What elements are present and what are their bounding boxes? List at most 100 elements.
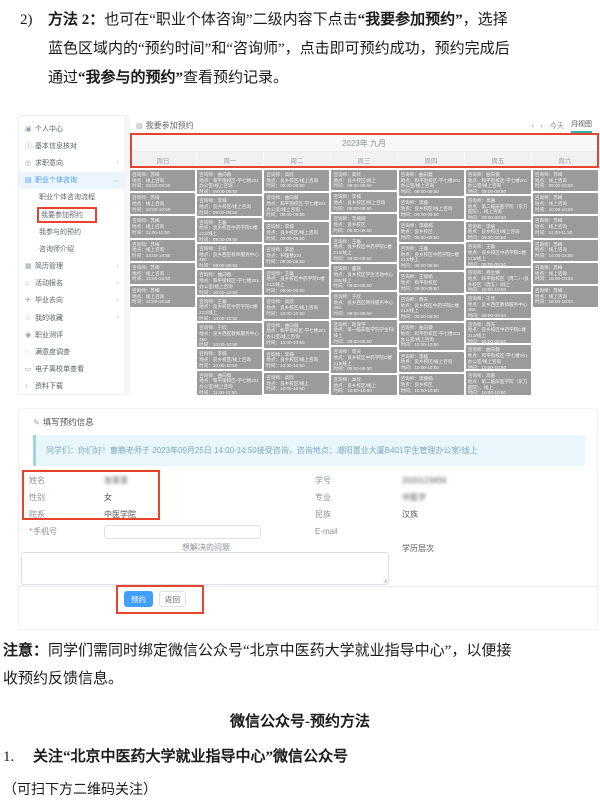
- back-button[interactable]: 返回: [159, 591, 186, 607]
- appointment-slot[interactable]: 咨询师：苏梅地点：线上咨询时间：15:00-15:50: [533, 263, 598, 284]
- appointment-slot[interactable]: 咨询师：李楠地点：良乡校区/线上咨询时间：10:00-10:50: [264, 350, 329, 371]
- appointment-slot[interactable]: 咨询师：李楠地点：良乡校区/线上咨询时间：09:00-09:50: [264, 222, 329, 243]
- list-item-1: 1.关注“北京中医药大学就业指导中心”微信公众号: [3, 745, 597, 766]
- appointment-slot[interactable]: 咨询师：苏梅地点：线上咨询时间：14:00-14:50: [130, 240, 195, 261]
- appointment-slot[interactable]: 咨询师：曲向薇地点：和平街校区-学七楼201办公室/线上咨询时间：09:00-0…: [197, 170, 262, 194]
- appointment-slot[interactable]: 咨询师：曲向薇地点：和平街校区-学七楼201办公室/线上咨询时间：09:00-0…: [399, 170, 464, 196]
- appointment-slot[interactable]: 咨询师：王磊地点：良乡校区中药学院C楼213/线上时间：09:00-09:50: [331, 237, 396, 263]
- phone-input[interactable]: [104, 525, 261, 539]
- appointment-slot[interactable]: 咨询师：曲向薇地点：和平街校区-学七楼201办公室/线上咨询时间：09:00-0…: [466, 170, 531, 194]
- appointment-slot[interactable]: 咨询师：李楠楠地点：良乡校区时间：10:00-10:50: [399, 374, 464, 395]
- appointment-slot[interactable]: 咨询师：王磊地点：良乡校区中药学院C楼213/线上时间：10:00-10:50: [197, 297, 262, 321]
- sidebar-item-资料下载[interactable]: ↓资料下载: [19, 378, 125, 395]
- appointment-slot[interactable]: 咨询师：苏梅地点：线上咨询时间：10:00-10:50: [533, 193, 598, 214]
- appointment-slot[interactable]: 咨询师：王磊地点：良乡校区中药学院C楼213/线上时间：09:00-09:50: [197, 218, 262, 242]
- resize-handle-icon[interactable]: ◢: [383, 578, 387, 584]
- appointment-slot[interactable]: 咨询师：高欣地点：良乡校区/线上咨询时间：09:00-09:50: [264, 170, 329, 191]
- sidebar-item-职业个体咨询流程[interactable]: 职业个体咨询流程: [19, 189, 125, 206]
- appointment-slot[interactable]: 咨询师：董嘉地点：良乡校区学生活动中心306/线上时间：09:00-09:50: [331, 264, 396, 290]
- appointment-slot[interactable]: 咨询师：周天地点：良乡校区中药学院C楼213/线上时间：09:00-09:50: [399, 295, 464, 321]
- form-icon: ▭: [25, 365, 35, 373]
- appointment-slot[interactable]: 咨询师：王磊地点：良乡校区中药学院C楼213/线上时间：09:00-09:50: [399, 244, 464, 270]
- form-field-手机号: *手机号: [29, 523, 309, 540]
- appointment-slot[interactable]: 咨询师：李楠地点：良乡校区/线上咨询时间：09:00-09:50: [399, 198, 464, 219]
- appointment-slot[interactable]: 咨询师：李楠地点：良乡校区/线上咨询时间：10:00-10:50: [197, 349, 262, 368]
- appointment-slot[interactable]: 咨询师：苏梅地点：线上咨询时间：09:00-09:50: [533, 170, 598, 191]
- appointment-slot[interactable]: 咨询师：赵保宇地点：第一临床医学院学生科/线上时间：09:00-09:50: [331, 320, 396, 346]
- doc-line: 通过“我参与的预约”查看预约记录。: [48, 64, 586, 93]
- sidebar-item-简历管理[interactable]: ▦简历管理‹: [19, 258, 125, 275]
- appointment-slot[interactable]: 咨询师：苏梅地点：线上咨询时间：11:00-11:50: [533, 216, 598, 237]
- calendar-column: 咨询师：高欣地点：良乡校区/线上咨询时间：09:00-09:50咨询师：曲向薇地…: [264, 170, 329, 395]
- appointment-slot[interactable]: 咨询师：苏梅地点：线上咨询时间：09:00-09:50: [130, 170, 195, 191]
- today-button[interactable]: 今天: [550, 121, 564, 131]
- appointment-slot[interactable]: 咨询师：曲向薇地点：和平街校区-学七楼201办公室/线上咨询时间：10:00-1…: [399, 323, 464, 349]
- appointment-slot[interactable]: 咨询师：曲向薇地点：和平街校区-学七楼201办公室/线上咨询时间：10:00-1…: [197, 270, 262, 294]
- submit-button[interactable]: 预约: [124, 591, 153, 607]
- appointment-slot[interactable]: 咨询师：苏梅地点：线上咨询时间：16:00-16:50: [533, 286, 598, 307]
- appointment-slot[interactable]: 咨询师：王磊地点：良乡校区中药学院C楼213/线上时间：09:00-09:50: [466, 242, 531, 266]
- activity-icon: ⌂: [25, 280, 35, 287]
- appointment-slot[interactable]: 咨询师：杨立娜地点：和平街校区（周二）/良乡校区（周五）/线上时间：10:00-…: [466, 268, 531, 292]
- question-textarea[interactable]: ◢: [21, 552, 389, 585]
- calendar-screenshot: ▣个人中心ⓘ基本信息核对◎求职意向‹▤职业个体咨询⌄职业个体咨询流程我要参加预约…: [18, 115, 600, 395]
- appointment-slot[interactable]: 咨询师：于欣地点：良乡西区教师服务中心460时间：10:00-10:50: [197, 323, 262, 347]
- next-month-button[interactable]: ›: [541, 123, 543, 130]
- appointment-slot[interactable]: 咨询师：高欣地点：良乡校区/线上咨询时间：10:00-10:50: [264, 297, 329, 318]
- appointment-slot[interactable]: 咨询师：苏梅地点：线上咨询时间：10:00-10:50: [130, 193, 195, 214]
- sidebar-item-毕业去向[interactable]: ✈毕业去向‹: [19, 292, 125, 309]
- survey-icon: ◌: [25, 349, 35, 356]
- doc-line: 注意：同学们需同时绑定微信公众号“北京中医药大学就业指导中心”，以便接: [3, 637, 597, 665]
- appointment-slot[interactable]: 咨询师：李想地点：护理楼224时间：09:00-09:50: [264, 245, 329, 266]
- calendar-column: 咨询师：高欣地点：良乡校区/线上时间：09:00-09:50咨询师：李楠地点：良…: [331, 170, 396, 395]
- appointment-slot[interactable]: 咨询师：曲向薇地点：和平街校区-学七楼201办公室/线上咨询时间：11:00-1…: [197, 371, 262, 395]
- prev-month-button[interactable]: ‹: [531, 123, 533, 130]
- appointment-slot[interactable]: 咨询师：周天地点：良乡校区中药学院C楼213/线上时间：09:00-09:50: [466, 320, 531, 344]
- appointment-slot[interactable]: 咨询师：周天地点：良乡校区中药学院C楼213/线上时间：09:00-09:50: [331, 347, 396, 373]
- appointment-slot[interactable]: 咨询师：高欣地点：良乡校区/线上时间：10:00-10:50: [264, 373, 329, 394]
- appointment-slot[interactable]: 咨询师：李楠地点：良乡校区/线上咨询时间：09:00-09:50: [466, 222, 531, 241]
- weekday-row: 周日周一周二周三周四周五周六: [130, 152, 598, 167]
- appointment-slot[interactable]: 咨询师：李楠地点：良乡校区/线上咨询时间：09:00-09:50: [331, 192, 396, 212]
- appointment-slot[interactable]: 咨询师：于欣地点：良乡西区教师服务中心460时间：09:00-09:50: [466, 294, 531, 318]
- sidebar-item-活动报名[interactable]: ⌂活动报名‹: [19, 275, 125, 292]
- appointment-slot[interactable]: 咨询师：王福娟地点：和平街校区时间：09:00-09:50: [399, 272, 464, 293]
- appointment-slot[interactable]: 咨询师：高欣地点：良乡校区/线上时间：09:00-09:50: [331, 170, 396, 190]
- appointment-slot[interactable]: 咨询师：李楠楠地点：良乡校区时间：09:00-09:50: [399, 221, 464, 242]
- sidebar-item-我要参加预约[interactable]: 我要参加预约: [19, 206, 125, 223]
- month-view-tab[interactable]: 月视图: [571, 119, 592, 133]
- sidebar-item-职业测评[interactable]: ◉职业测评: [19, 326, 125, 343]
- appointment-slot[interactable]: 咨询师：李楠地点：良乡校区/线上咨询时间：10:00-10:50: [399, 352, 464, 373]
- appointment-slot[interactable]: 咨询师：苏梅地点：线上咨询时间：11:00-11:50: [130, 216, 195, 237]
- appointment-slot[interactable]: 咨询师：王磊地点：良乡校区中药学院C楼213/线上时间：09:00-09:50: [264, 269, 329, 296]
- appointment-slot[interactable]: 咨询师：苏梅地点：线上咨询时间：14:00-14:50: [533, 240, 598, 261]
- star-icon: ☆: [25, 314, 35, 322]
- sidebar-item-电子离校单查看[interactable]: ▭电子离校单查看: [19, 361, 125, 378]
- weekday-cell: 周一: [197, 152, 263, 167]
- appointment-slot[interactable]: 咨询师：曲向薇地点：和平街校区-学七楼201办公室/线上咨询时间：10:00-1…: [466, 345, 531, 369]
- appointment-slot[interactable]: 咨询师：苏梅地点：线上咨询时间：15:00-15:50: [130, 263, 195, 284]
- appointment-slot[interactable]: 咨询师：李楠楠地点：良乡校区时间：09:00-09:50: [331, 214, 396, 234]
- appointment-slot[interactable]: 咨询师：曲向薇地点：和平街校区-学七楼201办公室/线上咨询时间：09:00-0…: [264, 193, 329, 220]
- sidebar-item-label: 个人中心: [35, 124, 63, 134]
- form-divider: [19, 586, 597, 587]
- sidebar-item-我的收藏[interactable]: ☆我的收藏‹: [19, 309, 125, 326]
- appointment-slot[interactable]: 咨询师：于欣地点：良乡西区教师服务中心460时间：09:00-09:50: [331, 292, 396, 318]
- field-value: 汉族: [402, 509, 418, 520]
- sidebar-item-满意度调查[interactable]: ◌满意度调查: [19, 343, 125, 360]
- sidebar-item-职业个体咨询[interactable]: ▤职业个体咨询⌄: [19, 172, 125, 189]
- appointment-slot[interactable]: 咨询师：曲向薇地点：和平街校区-学七楼201办公室/线上咨询时间：10:00-1…: [264, 321, 329, 348]
- appointment-slot[interactable]: 咨询师：高欣地点：良乡校区/线上时间：10:00-10:50: [331, 375, 396, 395]
- appointment-slot[interactable]: 咨询师：高嘉地点：第二临床医学院（东方医院），线上咨询时间：09:00-09:5…: [466, 196, 531, 220]
- sidebar-item-我参与的预约[interactable]: 我参与的预约: [19, 223, 125, 240]
- form-field-姓名: 姓名张某某: [29, 472, 309, 489]
- appointment-slot[interactable]: 咨询师：高嘉地点：第二临床医学院（东方医院），线上时间：10:00-10:50: [466, 371, 531, 395]
- appointment-slot[interactable]: 咨询师：于欣地点：良乡西区教师服务中心460时间：09:00-09:50: [197, 244, 262, 268]
- sidebar-item-个人中心[interactable]: ▣个人中心: [19, 120, 125, 137]
- appointment-slot[interactable]: 咨询师：李楠地点：良乡校区/线上咨询时间：09:00-09:50: [197, 196, 262, 215]
- sidebar-item-咨询师介绍[interactable]: 咨询师介绍: [19, 240, 125, 257]
- appointment-slot[interactable]: 咨询师：苏梅地点：线上咨询时间：16:00-16:50: [130, 286, 195, 307]
- sidebar-item-求职意向[interactable]: ◎求职意向‹: [19, 154, 125, 171]
- sidebar-item-基本信息核对[interactable]: ⓘ基本信息核对: [19, 137, 125, 154]
- field-label: 学号: [315, 475, 402, 486]
